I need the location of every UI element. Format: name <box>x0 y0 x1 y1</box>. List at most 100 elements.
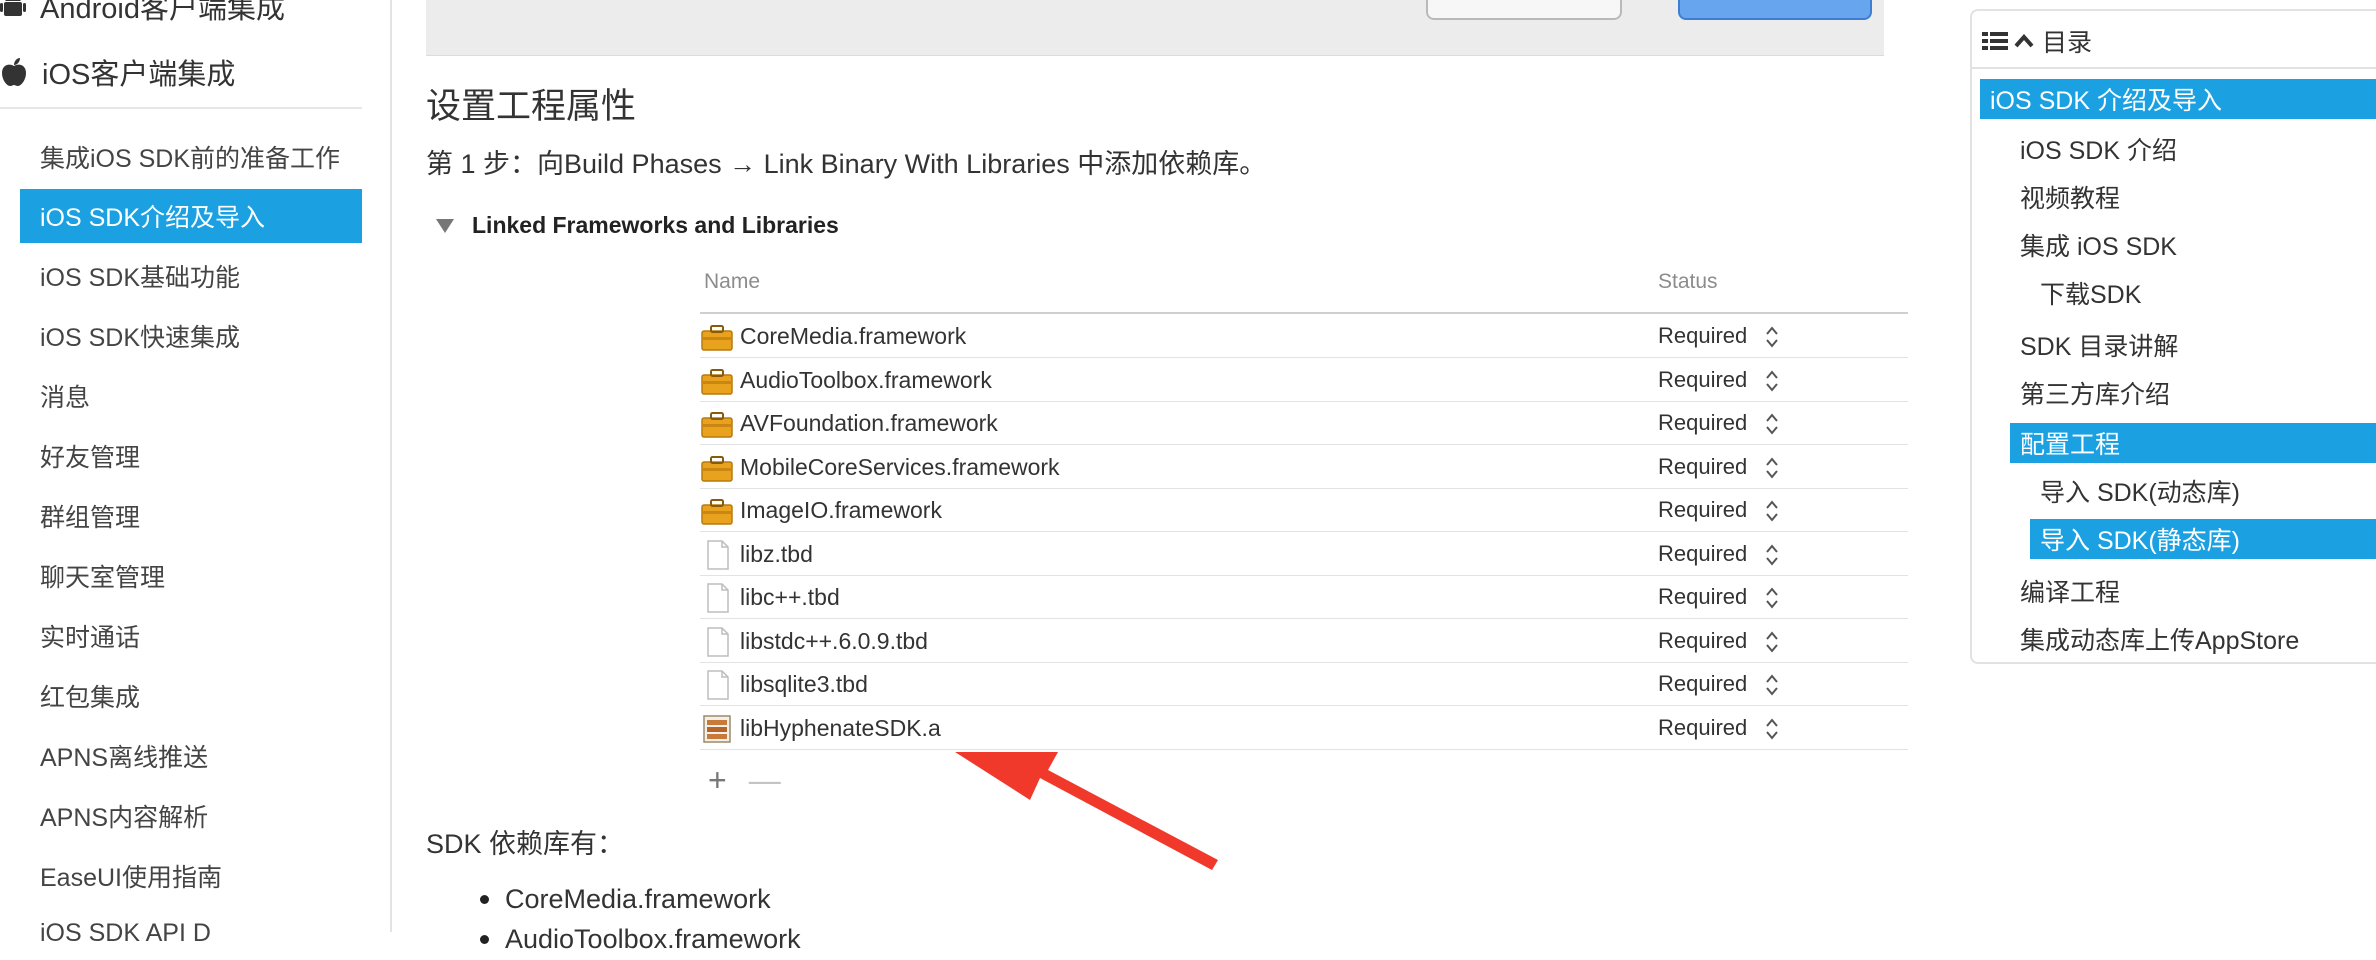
toc-item[interactable]: SDK 目录讲解 <box>2010 325 2376 365</box>
deps-list-label: CoreMedia.framework <box>505 884 771 914</box>
sidebar-item-label: 群组管理 <box>40 504 141 532</box>
chevron-up-icon <box>2014 34 2034 48</box>
step-text: 第 1 步：向Build Phases → Link Binary With L… <box>426 149 1267 179</box>
stepper-icon[interactable] <box>1764 541 1780 569</box>
sidebar-item-call[interactable]: 实时通话 <box>20 609 362 663</box>
main-content: 设置工程属性 第 1 步：向Build Phases → Link Binary… <box>392 0 1937 954</box>
remove-library-button[interactable]: — <box>749 762 781 799</box>
sidebar-divider <box>0 107 362 109</box>
library-name: libstdc++.6.0.9.tbd <box>740 627 928 654</box>
toc-item-label: 导入 SDK(静态库) <box>2040 527 2241 555</box>
toc-item-label: iOS SDK 介绍 <box>2020 137 2177 165</box>
framework-toolbox-icon <box>700 366 734 396</box>
sidebar-item-label: APNS离线推送 <box>40 744 209 772</box>
static-library-icon <box>700 714 734 744</box>
deps-list-label: AudioToolbox.framework <box>505 924 801 954</box>
column-header-name: Name <box>704 270 761 293</box>
toc-item[interactable]: 下载SDK <box>2030 273 2376 313</box>
toc-header[interactable]: 目录 <box>1982 23 2092 59</box>
library-name: MobileCoreServices.framework <box>740 453 1060 480</box>
table-of-contents: 目录 iOS SDK 介绍及导入 iOS SDK 介绍视频教程集成 iOS SDK… <box>1970 9 2376 664</box>
left-sidebar: Android客户端集成 iOS客户端集成 集成iOS SDK前的准备工作 iO… <box>0 0 392 947</box>
toc-item[interactable]: 导入 SDK(静态库) <box>2030 519 2376 559</box>
toc-item[interactable]: 集成 iOS SDK <box>2010 225 2376 265</box>
sidebar-section-ios[interactable]: iOS客户端集成 <box>0 52 235 92</box>
table-row[interactable]: libsqlite3.tbd Required <box>700 662 1908 706</box>
sidebar-item-label: iOS SDK快速集成 <box>40 324 241 352</box>
sidebar-section-android[interactable]: Android客户端集成 <box>0 0 285 26</box>
library-status[interactable]: Required <box>1658 497 1747 523</box>
toc-item[interactable]: 导入 SDK(动态库) <box>2030 471 2376 511</box>
sidebar-item-basic[interactable]: iOS SDK基础功能 <box>20 249 362 303</box>
library-status[interactable]: Required <box>1658 541 1747 567</box>
framework-toolbox-icon <box>700 453 734 483</box>
add-library-button[interactable]: + <box>708 762 727 799</box>
toc-item[interactable]: iOS SDK 介绍 <box>2010 129 2376 169</box>
toc-item-label: 编译工程 <box>2020 579 2121 607</box>
table-row[interactable]: AVFoundation.framework Required <box>700 401 1908 445</box>
library-status[interactable]: Required <box>1658 628 1747 654</box>
library-status[interactable]: Required <box>1658 323 1747 349</box>
table-row[interactable]: libc++.tbd Required <box>700 575 1908 619</box>
stepper-icon[interactable] <box>1764 497 1780 525</box>
sidebar-item-easeui[interactable]: EaseUI使用指南 <box>20 849 362 903</box>
library-status[interactable]: Required <box>1658 671 1747 697</box>
stepper-icon[interactable] <box>1764 454 1780 482</box>
toc-item[interactable]: 集成动态库上传AppStore <box>2010 619 2376 659</box>
sidebar-item-quick[interactable]: iOS SDK快速集成 <box>20 309 362 363</box>
library-status[interactable]: Required <box>1658 454 1747 480</box>
sidebar-item-redpacket[interactable]: 红包集成 <box>20 669 362 723</box>
sidebar-item-label: 消息 <box>40 384 91 412</box>
library-status[interactable]: Required <box>1658 715 1747 741</box>
stepper-icon[interactable] <box>1764 323 1780 351</box>
linked-frameworks-title: Linked Frameworks and Libraries <box>472 212 839 238</box>
bullet-icon <box>480 935 489 944</box>
sidebar-item-groups[interactable]: 群组管理 <box>20 489 362 543</box>
sidebar-item-label: iOS SDK介绍及导入 <box>40 204 266 232</box>
stepper-icon[interactable] <box>1764 410 1780 438</box>
toc-item[interactable]: 编译工程 <box>2010 571 2376 611</box>
framework-toolbox-icon <box>700 409 734 439</box>
stepper-icon[interactable] <box>1764 715 1780 743</box>
sidebar-item-label: iOS SDK API D <box>40 918 211 947</box>
table-row[interactable]: ImageIO.framework Required <box>700 488 1908 532</box>
library-status[interactable]: Required <box>1658 584 1747 610</box>
library-status[interactable]: Required <box>1658 410 1747 436</box>
toc-item[interactable]: 配置工程 <box>2010 423 2376 463</box>
toc-item-label: 第三方库介绍 <box>2020 381 2171 409</box>
table-row[interactable]: MobileCoreServices.framework Required <box>700 445 1908 489</box>
library-status[interactable]: Required <box>1658 367 1747 393</box>
stepper-icon[interactable] <box>1764 584 1780 612</box>
table-row[interactable]: libz.tbd Required <box>700 532 1908 576</box>
sidebar-item-message[interactable]: 消息 <box>20 369 362 423</box>
toc-item[interactable]: iOS SDK 介绍及导入 <box>1980 79 2376 119</box>
cancel-button-image <box>1426 0 1622 20</box>
sidebar-item-prep[interactable]: 集成iOS SDK前的准备工作 <box>20 130 362 184</box>
sidebar-item-label: 好友管理 <box>40 444 141 472</box>
sidebar-item-friends[interactable]: 好友管理 <box>20 429 362 483</box>
disclosure-triangle-icon <box>436 218 454 233</box>
sidebar-android-label: Android客户端集成 <box>40 0 285 25</box>
table-row[interactable]: AudioToolbox.framework Required <box>700 358 1908 402</box>
table-row[interactable]: libstdc++.6.0.9.tbd Required <box>700 619 1908 663</box>
toc-item-label: 集成动态库上传AppStore <box>2020 627 2300 655</box>
library-name: libsqlite3.tbd <box>740 671 868 697</box>
file-icon <box>700 539 734 570</box>
sidebar-item-api-doc[interactable]: iOS SDK API D <box>20 906 362 960</box>
toc-item[interactable]: 视频教程 <box>2010 177 2376 217</box>
stepper-icon[interactable] <box>1764 671 1780 699</box>
sidebar-ios-label: iOS客户端集成 <box>42 59 236 91</box>
sidebar-item-apns-parse[interactable]: APNS内容解析 <box>20 789 362 843</box>
stepper-icon[interactable] <box>1764 628 1780 656</box>
stepper-icon[interactable] <box>1764 367 1780 395</box>
sidebar-item-label: 聊天室管理 <box>40 564 166 592</box>
toc-item[interactable]: 第三方库介绍 <box>2010 373 2376 413</box>
table-row[interactable]: CoreMedia.framework Required <box>700 314 1908 358</box>
apple-icon <box>2 58 26 86</box>
table-row[interactable]: libHyphenateSDK.a Required <box>700 706 1908 750</box>
library-name: libz.tbd <box>740 540 813 567</box>
sidebar-item-sdk-intro[interactable]: iOS SDK介绍及导入 <box>20 189 362 243</box>
sidebar-item-chatroom[interactable]: 聊天室管理 <box>20 549 362 603</box>
sidebar-item-apns-push[interactable]: APNS离线推送 <box>20 729 362 783</box>
table-controls: + — <box>708 762 781 799</box>
